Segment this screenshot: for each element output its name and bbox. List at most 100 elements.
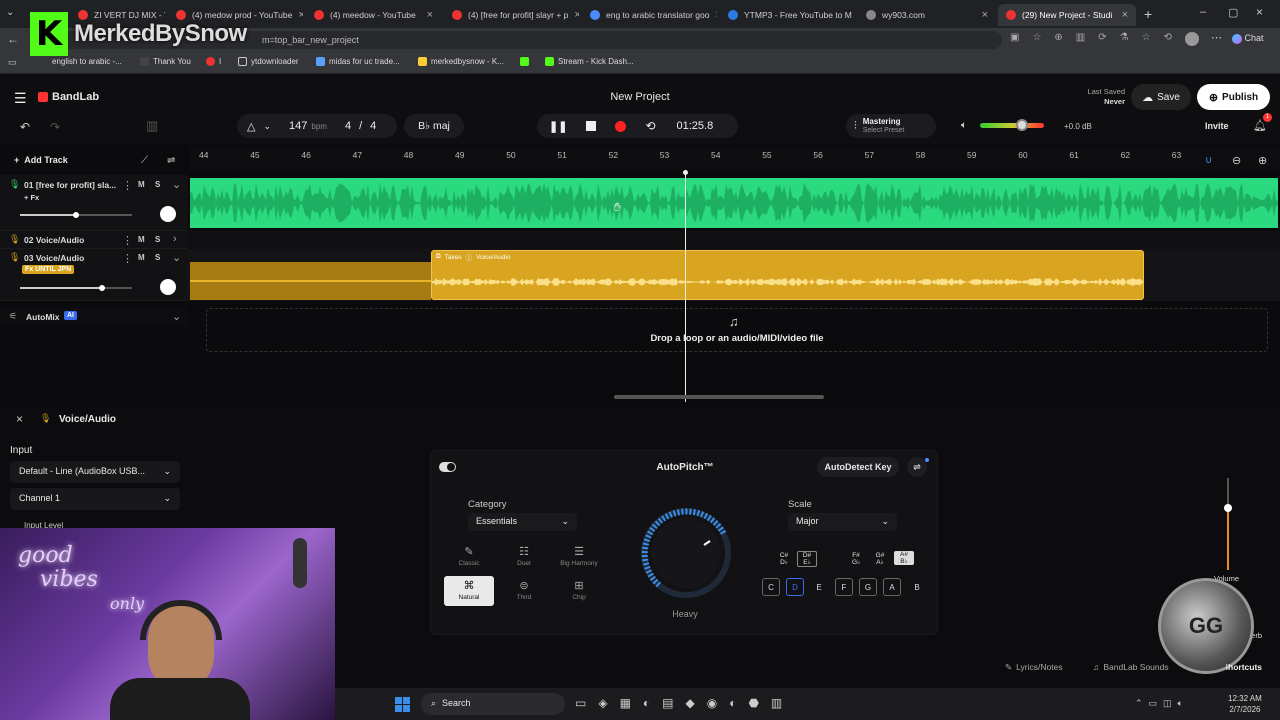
tempo-control[interactable]: △ ⌄ 147 bpm 4 / 4	[237, 114, 397, 138]
taskbar-search[interactable]: ⌕ Search	[421, 693, 565, 715]
bookmark[interactable]: midas for uc trade...	[316, 57, 400, 66]
taskbar-apps[interactable]: ▭◈▦◐▤◆◉◐⬣▥	[575, 696, 794, 710]
sharp-key[interactable]: G# A♭	[870, 552, 890, 566]
bookmark[interactable]: english to arabic -...	[52, 57, 122, 66]
natural-key[interactable]: B	[908, 578, 926, 596]
close-tab-icon[interactable]: ×	[715, 9, 717, 21]
key-selector[interactable]: B♭ maj	[404, 114, 464, 138]
close-panel-icon[interactable]: ×	[16, 412, 23, 426]
hamburger-icon[interactable]: ☰	[14, 90, 27, 107]
natural-key[interactable]: C	[762, 578, 780, 596]
master-volume-slider[interactable]	[980, 123, 1044, 128]
mute-button[interactable]: M	[138, 235, 145, 244]
browser-tab[interactable]: (4) [free for profit] slayr + p ×	[444, 4, 579, 26]
playhead[interactable]	[685, 172, 686, 402]
audio-clip[interactable]: ⧉ Takes ⓘ Voice/Audio	[431, 250, 1144, 300]
fader-handle[interactable]	[1224, 504, 1232, 512]
pause-icon[interactable]: ❚❚	[549, 120, 567, 133]
project-title[interactable]: New Project	[600, 91, 680, 103]
natural-key[interactable]: E	[810, 578, 828, 596]
close-tab-icon[interactable]: ×	[574, 9, 579, 21]
natural-key-disabled[interactable]: D	[786, 578, 804, 596]
sharp-key[interactable]: C# D♭	[774, 552, 794, 566]
fx-label[interactable]: + Fx	[24, 193, 39, 202]
horizontal-scrollbar[interactable]	[614, 395, 824, 399]
browser-tab[interactable]: wy903.com ×	[858, 4, 996, 26]
input-device-select[interactable]: Default - Line (AudioBox USB... ⌄	[10, 461, 180, 483]
waveform-clip-beat[interactable]	[190, 178, 1278, 228]
kebab-icon[interactable]: ⋮	[122, 179, 133, 192]
mastering-button[interactable]: ⫶ Mastering Select Preset	[846, 114, 936, 138]
autodetect-key-button[interactable]: AutoDetect Key	[817, 457, 899, 477]
track-header[interactable]: 🎙︎ 01 [free for profit] sla... ⋮ M S ⌄ +…	[0, 175, 188, 231]
time-signature-den[interactable]: 4	[370, 120, 376, 132]
settings-sliders-icon[interactable]: ⇌	[907, 457, 927, 477]
timeline-ruler[interactable]: 44 45 46 47 48 49 50 51 52 53 54 55 56 57 58 59 60 61 62 63	[190, 146, 1280, 170]
chevron-down-icon[interactable]: ⌄	[263, 121, 271, 132]
bpm-value[interactable]: 147	[289, 120, 307, 132]
kebab-icon[interactable]: ⋮	[122, 234, 133, 247]
lyrics-notes-link[interactable]: ✎ Lyrics/Notes	[1005, 662, 1063, 673]
browser-tab[interactable]: (4) meedow - YouTube ×	[306, 4, 441, 26]
solo-button[interactable]: S	[155, 253, 160, 262]
add-track-button[interactable]: + Add Track	[14, 155, 68, 165]
automation-icon[interactable]: ⟋	[141, 155, 148, 166]
invite-button[interactable]: Invite	[1205, 121, 1229, 131]
fx-badge[interactable]: Fx UNTIL JPN	[22, 265, 75, 274]
profile-avatar[interactable]	[1185, 32, 1199, 46]
master-volume-handle[interactable]	[1015, 119, 1028, 131]
pan-knob[interactable]	[160, 279, 176, 295]
playhead-dot[interactable]	[683, 170, 688, 175]
bandlab-logo[interactable]: BandLab	[38, 91, 99, 103]
strength-knob[interactable]	[629, 501, 745, 611]
save-button[interactable]: ☁ Save	[1131, 84, 1191, 110]
track-volume-handle[interactable]	[73, 212, 79, 218]
chevron-down-icon[interactable]: ⌄	[172, 178, 181, 191]
chevron-down-icon[interactable]: ⌄	[172, 310, 181, 323]
mute-button[interactable]: M	[138, 253, 145, 262]
magnet-icon[interactable]: ∪	[1205, 155, 1212, 166]
preset-big-harmony[interactable]: ☰ Big Harmony	[554, 545, 604, 575]
zoom-out-icon[interactable]: ⊖	[1232, 154, 1241, 167]
clock[interactable]: 12:32 AM 2/7/2026	[1228, 693, 1262, 715]
preset-duet[interactable]: ☷ Duet	[499, 545, 549, 575]
close-tab-icon[interactable]: ×	[427, 9, 433, 21]
close-tab-icon[interactable]: ×	[298, 9, 303, 21]
undo-icon[interactable]: ↶	[20, 120, 30, 134]
minimize-icon[interactable]: –	[1200, 6, 1206, 18]
shortcuts-link[interactable]: Shortcuts	[1226, 662, 1262, 672]
preset-classic[interactable]: ✎ Classic	[444, 545, 494, 575]
time-signature-num[interactable]: 4	[345, 120, 351, 132]
grid-icon[interactable]: ▥	[146, 118, 158, 134]
browser-tab-active[interactable]: (29) New Project - Studi ×	[998, 4, 1136, 26]
sharp-key[interactable]: F# G♭	[846, 552, 866, 566]
preset-natural[interactable]: ⌘ Natural	[444, 576, 494, 606]
automix-header[interactable]: ⚟ AutoMix AI ⌄	[0, 308, 188, 326]
track-name[interactable]: 01 [free for profit] sla...	[24, 180, 116, 190]
loop-icon[interactable]: ⟲	[645, 119, 655, 133]
bookmark[interactable]: merkedbysnow - K...	[418, 57, 504, 66]
track-settings-icon[interactable]: ⇌	[167, 155, 175, 166]
bookmark[interactable]: Stream - Kick Dash...	[545, 57, 634, 66]
close-tab-icon[interactable]: ×	[982, 9, 988, 21]
zoom-in-icon[interactable]: ⊕	[1258, 154, 1267, 167]
mute-button[interactable]: M	[138, 180, 145, 189]
solo-button[interactable]: S	[155, 180, 160, 189]
close-tab-icon[interactable]: ×	[1122, 9, 1128, 21]
track-name[interactable]: 03 Voice/Audio	[24, 253, 84, 263]
track-name[interactable]: 02 Voice/Audio	[24, 235, 84, 245]
windows-start-icon[interactable]	[395, 697, 410, 712]
bookmark[interactable]: I	[206, 57, 221, 66]
channel-select[interactable]: Channel 1 ⌄	[10, 488, 180, 510]
track-header[interactable]: 🎙︎ 03 Voice/Audio ⋮ M S ⌄ Fx UNTIL JPN	[0, 249, 188, 301]
bookmark[interactable]: Thank You	[140, 57, 191, 66]
tray-icons[interactable]: ⌃▭◫🔈︎	[1135, 698, 1189, 709]
natural-key[interactable]: F	[835, 578, 853, 596]
menu-icon[interactable]: ⋯	[1211, 31, 1222, 44]
track-volume-slider[interactable]	[20, 287, 132, 289]
natural-key[interactable]: A	[883, 578, 901, 596]
solo-button[interactable]: S	[155, 235, 160, 244]
mute-master-icon[interactable]: 🔈︎	[961, 120, 967, 131]
publish-button[interactable]: ⊕ Publish	[1197, 84, 1270, 110]
record-icon[interactable]	[615, 120, 627, 132]
